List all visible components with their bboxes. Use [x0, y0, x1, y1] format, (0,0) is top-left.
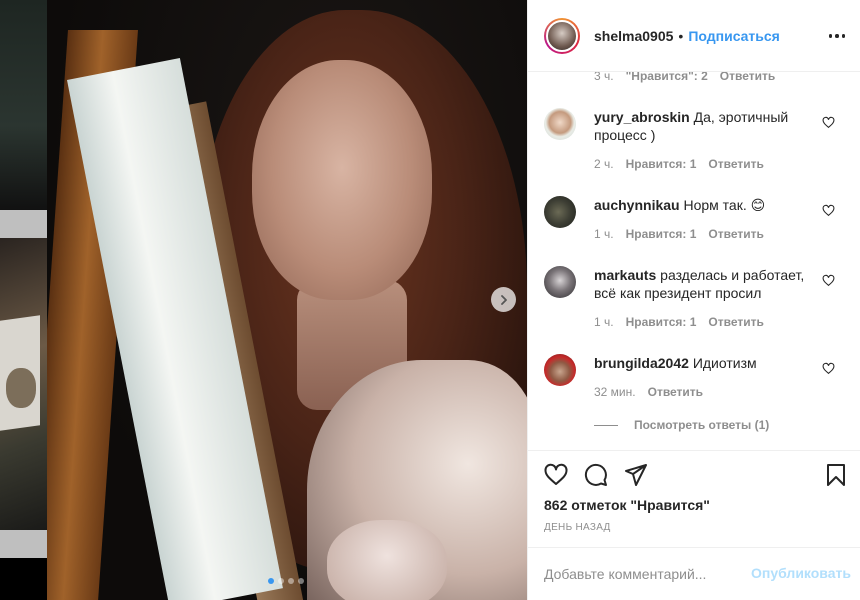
commenter-avatar[interactable]: [544, 354, 576, 386]
previous-post-backdrop: [0, 0, 47, 600]
comment-content: Идиотизм: [692, 355, 757, 371]
next-arrow-icon: [500, 294, 507, 305]
carousel-dot: [298, 578, 304, 584]
comment-time: 2 ч.: [594, 157, 614, 171]
comment-likes[interactable]: "Нравится": 2: [626, 72, 708, 83]
post-sidebar: shelma0905 • Подписаться 3 ч. "Нравится"…: [527, 0, 860, 600]
photo-hand: [327, 520, 447, 600]
post-date[interactable]: ДЕНЬ НАЗАД: [544, 522, 611, 533]
reply-button[interactable]: Ответить: [708, 157, 763, 171]
small-heart-icon[interactable]: [822, 362, 835, 375]
comment-text: markauts разделась и работает, всё как п…: [594, 266, 816, 302]
small-heart-icon[interactable]: [822, 274, 835, 287]
reply-button[interactable]: Ответить: [720, 72, 775, 83]
publish-button[interactable]: Опубликовать: [751, 565, 851, 581]
small-heart-icon[interactable]: [822, 204, 835, 217]
comment-meta: 1 ч. Нравится: 1 Ответить: [594, 227, 764, 241]
carousel-dots: [268, 578, 304, 584]
post-actions: 862 отметок "Нравится" ДЕНЬ НАЗАД: [528, 450, 860, 533]
comment-text: brungilda2042 Идиотизм: [594, 354, 816, 372]
comment-likes[interactable]: Нравится: 1: [626, 315, 697, 329]
comment-input[interactable]: [544, 564, 739, 584]
comments-list[interactable]: 3 ч. "Нравится": 2 Ответить yury_abroski…: [528, 72, 860, 450]
commenter-username[interactable]: yury_abroskin: [594, 109, 690, 125]
comment-meta: 1 ч. Нравится: 1 Ответить: [594, 315, 764, 329]
heart-icon[interactable]: [544, 463, 568, 487]
carousel-next-button[interactable]: [491, 287, 516, 312]
comment-content: Норм так. 😊: [683, 197, 766, 213]
reply-button[interactable]: Ответить: [708, 227, 763, 241]
comment-likes[interactable]: Нравится: 1: [626, 227, 697, 241]
view-replies-line: [594, 424, 618, 426]
post-photo[interactable]: [47, 0, 527, 600]
comment-text: auchynnikau Норм так. 😊: [594, 196, 816, 214]
comment-likes[interactable]: Нравится: 1: [626, 157, 697, 171]
backdrop-image-bottom: [0, 238, 47, 530]
commenter-avatar[interactable]: [544, 108, 576, 140]
more-options-icon[interactable]: [827, 26, 847, 46]
comment-meta: 32 мин. Ответить: [594, 385, 703, 399]
header-separator: •: [678, 27, 684, 44]
bookmark-icon[interactable]: [824, 463, 848, 487]
add-comment-bar: Опубликовать: [528, 547, 860, 600]
follow-button[interactable]: Подписаться: [688, 28, 780, 44]
author-username[interactable]: shelma0905: [594, 28, 673, 44]
carousel-dot: [268, 578, 274, 584]
carousel-dot: [278, 578, 284, 584]
author-avatar[interactable]: [544, 17, 580, 54]
commenter-username[interactable]: brungilda2042: [594, 355, 689, 371]
reply-button[interactable]: Ответить: [708, 315, 763, 329]
comment-meta: 3 ч. "Нравится": 2 Ответить: [594, 72, 775, 83]
carousel-dot: [288, 578, 294, 584]
share-icon[interactable]: [624, 463, 648, 487]
reply-button[interactable]: Ответить: [648, 385, 703, 399]
view-replies-button[interactable]: Посмотреть ответы (1): [594, 418, 769, 432]
comment-time: 1 ч.: [594, 227, 614, 241]
comment-icon[interactable]: [584, 463, 608, 487]
likes-count[interactable]: 862 отметок "Нравится": [544, 497, 710, 513]
comment-meta: 2 ч. Нравится: 1 Ответить: [594, 157, 764, 171]
comment-text: yury_abroskin Да, эротичный процесс ): [594, 108, 816, 144]
comment-time: 1 ч.: [594, 315, 614, 329]
photo-face: [252, 60, 432, 300]
commenter-username[interactable]: markauts: [594, 267, 656, 283]
backdrop-image-top: [0, 0, 47, 210]
commenter-avatar[interactable]: [544, 196, 576, 228]
post-header: shelma0905 • Подписаться: [528, 0, 860, 72]
backdrop-divider: [0, 210, 47, 238]
view-replies-label: Посмотреть ответы (1): [634, 418, 770, 432]
comment-time: 3 ч.: [594, 72, 614, 83]
comment-time: 32 мин.: [594, 385, 636, 399]
small-heart-icon[interactable]: [822, 116, 835, 129]
commenter-username[interactable]: auchynnikau: [594, 197, 680, 213]
commenter-avatar[interactable]: [544, 266, 576, 298]
backdrop-divider: [0, 530, 47, 558]
